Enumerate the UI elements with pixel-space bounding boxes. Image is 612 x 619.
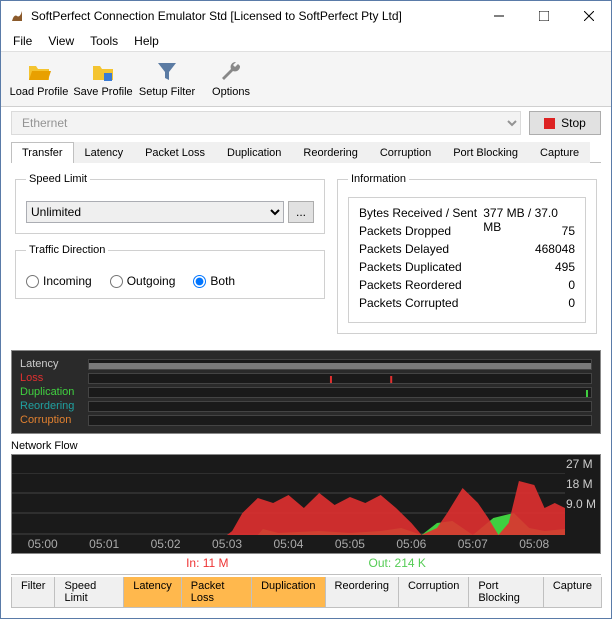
stop-button[interactable]: Stop [529, 111, 601, 135]
sim-track-latency [88, 359, 592, 370]
main-tabs: Transfer Latency Packet Loss Duplication… [11, 141, 601, 163]
tab-content-transfer: Speed Limit Unlimited ... Traffic Direct… [1, 163, 611, 344]
btab-filter[interactable]: Filter [11, 577, 55, 608]
toolbar: Load Profile Save Profile Setup Filter O… [1, 52, 611, 107]
bottom-tabs: Filter Speed Limit Latency Packet Loss D… [11, 574, 601, 608]
tab-duplication[interactable]: Duplication [216, 142, 292, 163]
sim-label-loss: Loss [20, 372, 88, 384]
flow-x-axis: 05:0005:0105:0205:0305:0405:0505:0605:07… [12, 537, 565, 551]
btab-reordering[interactable]: Reordering [325, 577, 399, 608]
radio-incoming[interactable]: Incoming [26, 274, 92, 288]
save-profile-button[interactable]: Save Profile [73, 56, 133, 103]
menubar: File View Tools Help [1, 31, 611, 52]
menu-file[interactable]: File [5, 32, 40, 50]
menu-tools[interactable]: Tools [82, 32, 126, 50]
traffic-direction-group: Traffic Direction Incoming Outgoing Both [15, 244, 325, 299]
menu-help[interactable]: Help [126, 32, 167, 50]
sim-track-duplication [88, 387, 592, 398]
sim-track-corruption [88, 415, 592, 426]
flow-in-value: In: 11 M [186, 556, 228, 570]
setup-filter-button[interactable]: Setup Filter [137, 56, 197, 103]
tab-latency[interactable]: Latency [74, 142, 135, 163]
profile-row: Ethernet Stop [1, 107, 611, 139]
folder-save-icon [91, 60, 115, 84]
sim-label-latency: Latency [20, 358, 88, 370]
sim-track-reordering [88, 401, 592, 412]
info-row: Packets Corrupted0 [359, 296, 575, 314]
simulation-graph: Latency Loss Duplication Reordering Corr… [11, 350, 601, 434]
speed-limit-more-button[interactable]: ... [288, 201, 314, 223]
btab-duplication[interactable]: Duplication [251, 577, 325, 608]
information-group: Information Bytes Received / Sent377 MB … [337, 173, 597, 334]
btab-corruption[interactable]: Corruption [398, 577, 469, 608]
sim-label-duplication: Duplication [20, 386, 88, 398]
minimize-button[interactable] [476, 1, 521, 31]
btab-speed-limit[interactable]: Speed Limit [54, 577, 124, 608]
btab-packet-loss[interactable]: Packet Loss [181, 577, 252, 608]
radio-outgoing[interactable]: Outgoing [110, 274, 176, 288]
info-row: Packets Delayed468048 [359, 242, 575, 260]
info-row: Bytes Received / Sent377 MB / 37.0 MB [359, 206, 575, 224]
close-button[interactable] [566, 1, 611, 31]
app-icon [9, 8, 25, 24]
window-title: SoftPerfect Connection Emulator Std [Lic… [31, 9, 476, 23]
info-row: Packets Dropped75 [359, 224, 575, 242]
tab-transfer[interactable]: Transfer [11, 142, 74, 163]
info-row: Packets Reordered0 [359, 278, 575, 296]
btab-port-blocking[interactable]: Port Blocking [468, 577, 544, 608]
tab-packet-loss[interactable]: Packet Loss [134, 142, 216, 163]
load-profile-button[interactable]: Load Profile [9, 56, 69, 103]
tab-port-blocking[interactable]: Port Blocking [442, 142, 529, 163]
tab-capture[interactable]: Capture [529, 142, 590, 163]
flow-out-value: Out: 214 K [369, 556, 426, 570]
tab-corruption[interactable]: Corruption [369, 142, 442, 163]
tab-reordering[interactable]: Reordering [292, 142, 368, 163]
adapter-select[interactable]: Ethernet [11, 111, 521, 135]
info-row: Packets Duplicated495 [359, 260, 575, 278]
wrench-icon [219, 60, 243, 84]
funnel-icon [155, 60, 179, 84]
speed-limit-group: Speed Limit Unlimited ... [15, 173, 325, 234]
network-flow-graph: 27 M18 M9.0 M 05:0005:0105:0205:0305:040… [11, 454, 601, 554]
folder-open-icon [27, 60, 51, 84]
sim-track-loss [88, 373, 592, 384]
maximize-button[interactable] [521, 1, 566, 31]
network-flow-label: Network Flow [11, 440, 601, 452]
options-button[interactable]: Options [201, 56, 261, 103]
flow-stats: In: 11 M Out: 214 K [11, 556, 601, 570]
sim-label-reordering: Reordering [20, 400, 88, 412]
btab-latency[interactable]: Latency [123, 577, 182, 608]
sim-label-corruption: Corruption [20, 414, 88, 426]
titlebar: SoftPerfect Connection Emulator Std [Lic… [1, 1, 611, 31]
radio-both[interactable]: Both [193, 274, 235, 288]
flow-y-axis: 27 M18 M9.0 M [566, 457, 598, 517]
speed-limit-select[interactable]: Unlimited [26, 201, 284, 223]
btab-capture[interactable]: Capture [543, 577, 602, 608]
menu-view[interactable]: View [40, 32, 82, 50]
stop-icon [544, 118, 555, 129]
